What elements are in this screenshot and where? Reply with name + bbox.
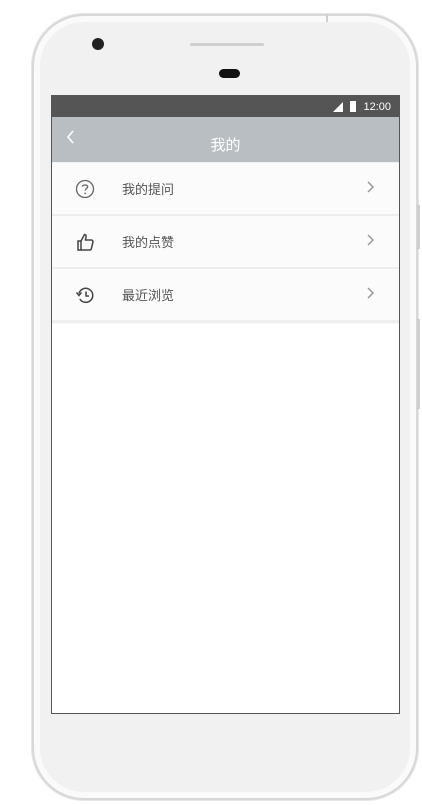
status-bar: 12:00 [52, 96, 399, 117]
chevron-right-icon [365, 177, 377, 197]
question-circle-icon [74, 178, 96, 200]
back-chevron-icon[interactable] [66, 130, 82, 146]
history-icon [74, 284, 96, 306]
page-title: 我的 [210, 136, 241, 154]
battery-icon [350, 101, 357, 112]
signal-icon [333, 101, 344, 112]
phone-screen: 12:00 我的 我的提问 我的点赞 最近浏览 [51, 95, 400, 714]
phone-frame-divider-top [326, 14, 328, 22]
earpiece-speaker [190, 43, 264, 46]
front-camera [92, 38, 104, 50]
title-bar: 我的 [52, 117, 399, 162]
proximity-sensor [219, 69, 240, 78]
menu-item-label: 我的点赞 [122, 236, 175, 251]
chevron-right-icon [365, 230, 377, 250]
back-chevron-svg [66, 130, 74, 144]
phone-side-button-lower [417, 319, 420, 409]
thumbs-up-icon [74, 231, 96, 253]
menu-item-my-likes[interactable]: 我的点赞 [52, 216, 399, 269]
menu-item-label: 最近浏览 [122, 289, 175, 304]
menu-item-my-questions[interactable]: 我的提问 [52, 162, 399, 216]
menu-item-recent-browsing[interactable]: 最近浏览 [52, 269, 399, 322]
page: 12:00 我的 我的提问 我的点赞 最近浏览 [0, 0, 422, 805]
menu-item-label: 我的提问 [122, 183, 175, 198]
menu-list: 我的提问 我的点赞 最近浏览 [52, 162, 399, 322]
menu-bottom-shadow [52, 322, 399, 324]
phone-side-button [417, 205, 420, 249]
status-time: 12:00 [363, 100, 391, 113]
chevron-right-icon [365, 283, 377, 303]
